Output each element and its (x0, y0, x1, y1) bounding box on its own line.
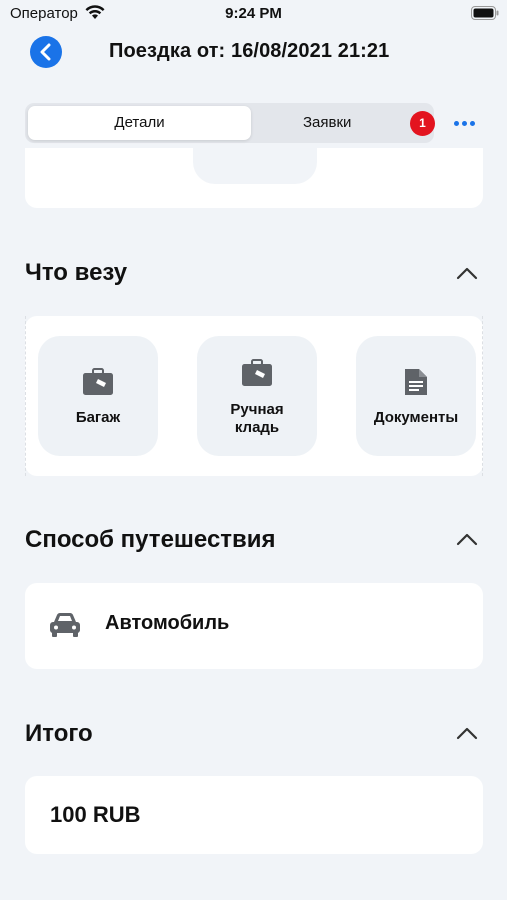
more-options-button[interactable] (448, 108, 480, 138)
travel-section-title: Способ путешествия (25, 526, 276, 553)
chevron-up-icon[interactable] (455, 266, 479, 280)
card-edge (482, 316, 483, 476)
chevron-up-icon[interactable] (455, 726, 479, 740)
cargo-section-title: Что везу (25, 259, 128, 286)
more-dot-icon (462, 121, 467, 126)
card-notch (193, 148, 317, 184)
cargo-card: Багаж Ручная кладь Документы (25, 316, 483, 476)
card-edge (25, 316, 26, 476)
total-card: 100 RUB (25, 776, 483, 854)
cargo-item-label: Документы (373, 409, 459, 426)
cargo-item-baggage[interactable]: Багаж (38, 336, 158, 456)
status-time: 9:24 PM (225, 5, 282, 22)
total-value: 100 RUB (50, 802, 141, 827)
suitcase-icon (83, 368, 113, 395)
tab-switcher: Детали Заявки 1 (25, 103, 435, 143)
cargo-item-label: Багаж (75, 409, 121, 426)
travel-card[interactable]: Автомобиль (25, 583, 483, 669)
cargo-item-hand-luggage[interactable]: Ручная кладь (197, 336, 317, 456)
car-icon (50, 613, 80, 637)
requests-count-badge: 1 (410, 111, 435, 136)
chevron-up-icon[interactable] (455, 532, 479, 546)
battery-icon (471, 6, 499, 20)
tab-details[interactable]: Детали (28, 106, 251, 140)
total-section-title: Итого (25, 720, 93, 747)
document-icon (405, 369, 427, 395)
page-title: Поездка от: 16/08/2021 21:21 (109, 40, 390, 62)
cargo-item-label: Ручная кладь (230, 401, 284, 436)
tab-requests[interactable]: Заявки 1 (251, 106, 435, 140)
chevron-left-icon (40, 43, 51, 61)
more-dot-icon (470, 121, 475, 126)
cargo-item-documents[interactable]: Документы (356, 336, 476, 456)
tab-details-label: Детали (114, 114, 165, 131)
travel-method-label: Автомобиль (105, 612, 230, 634)
hand-luggage-icon (242, 359, 272, 386)
tab-requests-label: Заявки (303, 114, 352, 131)
back-button[interactable] (30, 36, 62, 68)
route-card (25, 148, 483, 208)
status-bar: Оператор 9:24 PM (0, 0, 507, 30)
more-dot-icon (454, 121, 459, 126)
